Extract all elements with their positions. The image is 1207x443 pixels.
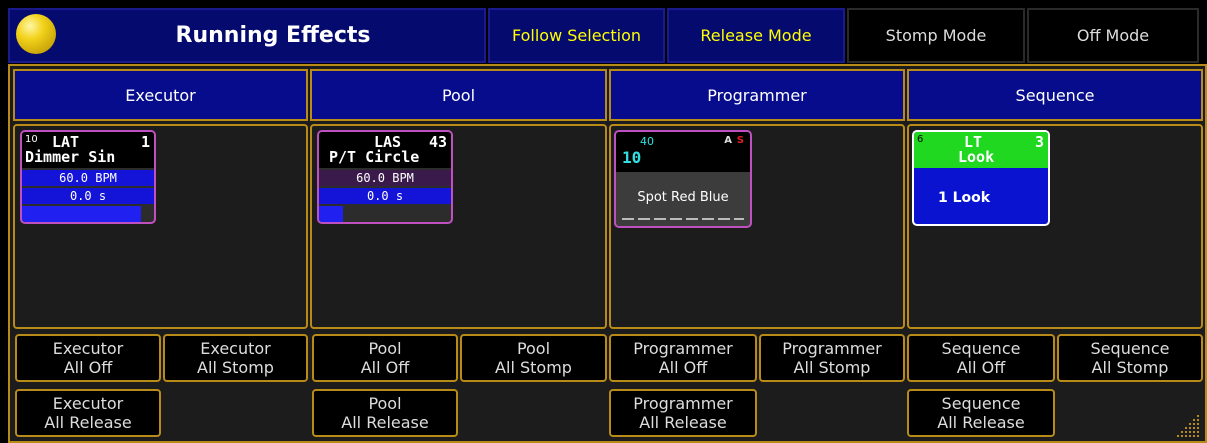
programmer-all-stomp-button[interactable]: Programmer All Stomp xyxy=(759,334,905,382)
programmer-effect-tile[interactable]: 40 10 A S Spot Red Blue xyxy=(614,130,752,228)
executor-all-stomp-button[interactable]: Executor All Stomp xyxy=(163,334,308,382)
tile-id: 6 xyxy=(917,134,924,145)
sequence-effect-tile[interactable]: 6 LT 3 Look 1 Look xyxy=(912,130,1050,226)
button-line-1: Executor xyxy=(200,339,271,358)
button-line-1: Sequence xyxy=(941,394,1021,413)
tile-id: 10 xyxy=(25,134,38,145)
button-line-2: All Off xyxy=(360,358,410,377)
resize-grip-icon[interactable] xyxy=(1173,411,1201,439)
release-mode-button[interactable]: Release Mode xyxy=(667,8,845,63)
tile-progress-bar xyxy=(22,206,141,222)
pool-all-release-button[interactable]: Pool All Release xyxy=(312,389,458,437)
button-line-2: All Release xyxy=(639,413,727,432)
tile-bpm: 60.0 BPM xyxy=(22,170,154,186)
tile-phase: 0.0 s xyxy=(22,188,154,204)
executor-all-off-button[interactable]: Executor All Off xyxy=(15,334,161,382)
tile-small-number: 40 xyxy=(640,135,654,148)
tile-progress-bar xyxy=(319,206,343,222)
tile-flag-a: A xyxy=(724,135,732,146)
button-line-2: All Stomp xyxy=(495,358,572,377)
stomp-mode-button[interactable]: Stomp Mode xyxy=(847,8,1025,63)
button-line-1: Pool xyxy=(368,394,402,413)
sequence-all-stomp-button[interactable]: Sequence All Stomp xyxy=(1057,334,1203,382)
button-line-2: All Stomp xyxy=(1091,358,1169,377)
programmer-panel: 40 10 A S Spot Red Blue xyxy=(609,124,905,329)
button-line-2: All Off xyxy=(658,358,708,377)
button-line-2: All Off xyxy=(956,358,1006,377)
column-header-pool: Pool xyxy=(310,69,607,121)
tile-number: 3 xyxy=(1034,133,1044,151)
tile-step-indicator xyxy=(622,218,744,220)
tile-number: 1 xyxy=(140,133,150,151)
window-title: Running Effects xyxy=(175,23,371,48)
status-ball-icon[interactable] xyxy=(16,14,56,54)
executor-panel: 10 LAT 1 Dimmer Sin 60.0 BPM 0.0 s xyxy=(13,124,308,329)
tile-bpm: 60.0 BPM xyxy=(319,170,451,186)
sequence-all-release-button[interactable]: Sequence All Release xyxy=(907,389,1055,437)
button-line-1: Programmer xyxy=(633,394,733,413)
button-line-1: Executor xyxy=(52,339,124,358)
button-line-2: All Release xyxy=(44,413,132,432)
button-line-1: Programmer xyxy=(633,339,733,358)
pool-all-off-button[interactable]: Pool All Off xyxy=(312,334,458,382)
tile-name: Spot Red Blue xyxy=(637,190,729,205)
button-line-2: All Stomp xyxy=(197,358,274,377)
column-header-sequence: Sequence xyxy=(907,69,1203,121)
button-line-2: All Release xyxy=(341,413,429,432)
button-line-2: All Off xyxy=(63,358,113,377)
pool-all-stomp-button[interactable]: Pool All Stomp xyxy=(460,334,607,382)
pool-panel: LAS 43 P/T Circle 60.0 BPM 0.0 s xyxy=(310,124,607,329)
tile-name: P/T Circle xyxy=(329,148,420,166)
tile-number: 43 xyxy=(428,133,447,151)
button-line-1: Executor xyxy=(52,394,124,413)
button-line-2: All Stomp xyxy=(793,358,871,377)
button-line-1: Pool xyxy=(516,339,551,358)
tile-cue: 1 Look xyxy=(938,190,991,206)
button-line-1: Programmer xyxy=(782,339,882,358)
sequence-panel: 6 LT 3 Look 1 Look xyxy=(907,124,1203,329)
button-line-1: Pool xyxy=(368,339,402,358)
programmer-all-off-button[interactable]: Programmer All Off xyxy=(609,334,757,382)
tile-phase: 0.0 s xyxy=(319,188,451,204)
sequence-all-off-button[interactable]: Sequence All Off xyxy=(907,334,1055,382)
column-header-programmer: Programmer xyxy=(609,69,905,121)
tile-name: Dimmer Sin xyxy=(25,148,116,166)
executor-all-release-button[interactable]: Executor All Release xyxy=(15,389,161,437)
button-line-1: Sequence xyxy=(941,339,1021,358)
tile-big-number: 10 xyxy=(622,148,642,167)
tile-flag-s: S xyxy=(736,135,744,146)
programmer-all-release-button[interactable]: Programmer All Release xyxy=(609,389,757,437)
executor-effect-tile[interactable]: 10 LAT 1 Dimmer Sin 60.0 BPM 0.0 s xyxy=(20,130,156,224)
button-line-2: All Release xyxy=(937,413,1025,432)
tile-name: Look xyxy=(958,148,995,166)
off-mode-button[interactable]: Off Mode xyxy=(1027,8,1199,63)
button-line-1: Sequence xyxy=(1090,339,1170,358)
column-header-executor: Executor xyxy=(13,69,308,121)
pool-effect-tile[interactable]: LAS 43 P/T Circle 60.0 BPM 0.0 s xyxy=(317,130,453,224)
follow-selection-button[interactable]: Follow Selection xyxy=(488,8,665,63)
